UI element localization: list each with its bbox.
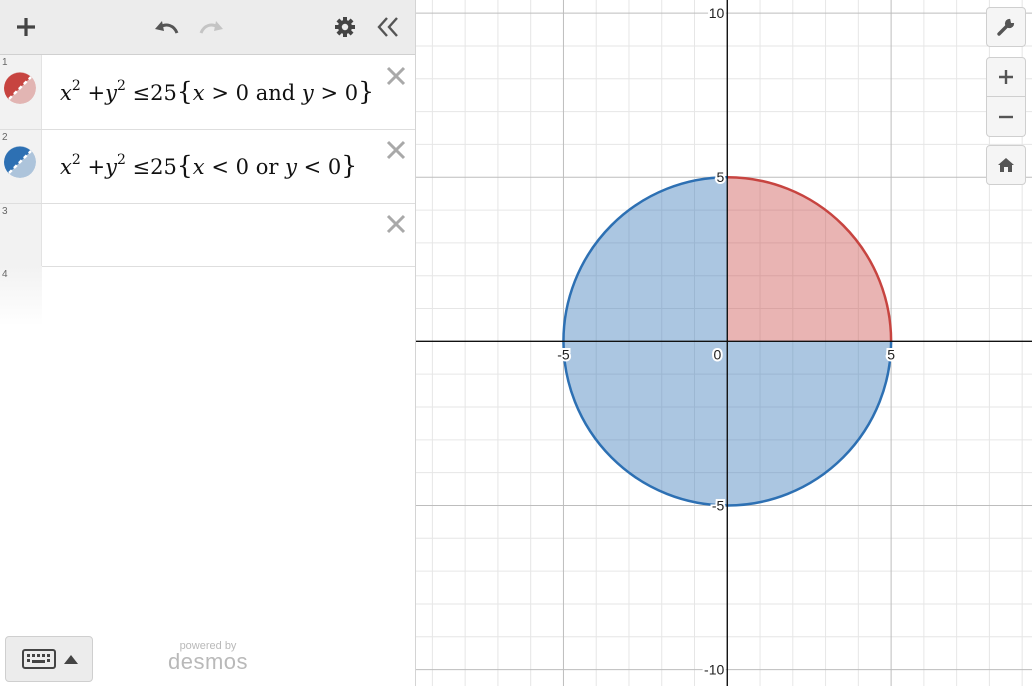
expression-row-empty[interactable]: 3 xyxy=(0,204,415,267)
y-tick-label: -5 xyxy=(712,497,725,513)
default-viewport-button[interactable] xyxy=(986,145,1026,185)
fill-style-icon xyxy=(4,146,36,178)
powered-by-desmos[interactable]: powered by desmos xyxy=(160,640,256,674)
expression-math[interactable]: x2 +y2 ≤25{x < 0 or y < 0} xyxy=(60,151,357,180)
y-tick-label: -10 xyxy=(704,662,724,678)
zoom-out-icon xyxy=(999,115,1013,118)
expression-list: 1 x2 +y2 ≤25{x > 0 and y > 0} 2 x2 +y2 ≤… xyxy=(0,55,415,267)
expression-math[interactable]: x2 +y2 ≤25{x > 0 and y > 0} xyxy=(60,77,374,106)
expression-gutter: 2 xyxy=(0,130,42,203)
y-tick-label: 10 xyxy=(709,5,725,21)
delete-expression-icon[interactable] xyxy=(384,138,408,162)
red-region-fill xyxy=(727,177,892,342)
wrench-icon xyxy=(997,18,1015,36)
desmos-logo: desmos xyxy=(167,649,249,674)
expression-gutter: 1 xyxy=(0,55,42,129)
collapse-panel-button[interactable] xyxy=(372,12,404,42)
fill-style-icon xyxy=(4,72,36,104)
redo-button[interactable] xyxy=(194,12,228,42)
undo-icon xyxy=(155,21,179,34)
expression-toolbar xyxy=(0,0,415,55)
delete-expression-icon[interactable] xyxy=(384,212,408,236)
keypad-toggle-button[interactable] xyxy=(5,636,93,682)
color-toggle[interactable] xyxy=(4,72,36,104)
color-toggle[interactable] xyxy=(4,146,36,178)
x-tick-label: -5 xyxy=(557,346,570,362)
expression-index: 4 xyxy=(2,269,8,280)
y-tick-label: 5 xyxy=(716,169,724,185)
caret-up-icon xyxy=(64,655,78,664)
settings-button[interactable] xyxy=(330,12,360,42)
expression-panel: 1 x2 +y2 ≤25{x > 0 and y > 0} 2 x2 +y2 ≤… xyxy=(0,0,416,686)
expression-index: 3 xyxy=(2,206,8,217)
expression-row[interactable]: 1 x2 +y2 ≤25{x > 0 and y > 0} xyxy=(0,55,415,130)
double-chevron-left-icon xyxy=(377,17,398,37)
delete-expression-icon[interactable] xyxy=(384,64,408,88)
gear-icon xyxy=(335,17,355,37)
add-item-button[interactable] xyxy=(11,12,41,42)
keyboard-icon xyxy=(22,649,56,669)
home-icon xyxy=(998,158,1014,172)
zoom-in-icon xyxy=(999,70,1013,84)
expression-index: 2 xyxy=(2,132,8,143)
zoom-out-button[interactable] xyxy=(986,97,1026,137)
graph-canvas[interactable]: -5 0 5 10 5 -5 -10 xyxy=(416,0,1032,686)
origin-label: 0 xyxy=(713,346,721,362)
undo-button[interactable] xyxy=(150,12,184,42)
zoom-in-button[interactable] xyxy=(986,57,1026,97)
x-tick-label: 5 xyxy=(887,346,895,362)
redo-icon xyxy=(199,21,223,34)
expression-row[interactable]: 2 x2 +y2 ≤25{x < 0 or y < 0} xyxy=(0,130,415,204)
expression-gutter: 3 xyxy=(0,204,42,266)
graph-settings-button[interactable] xyxy=(986,7,1026,47)
plus-icon xyxy=(17,18,35,36)
expression-index: 1 xyxy=(2,57,8,68)
